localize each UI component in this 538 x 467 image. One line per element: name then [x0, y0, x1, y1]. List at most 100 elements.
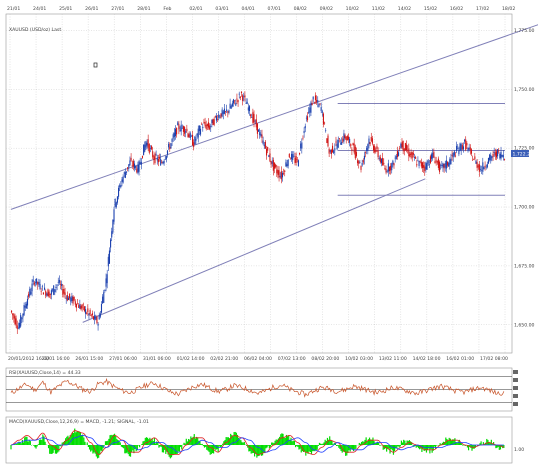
- candle-body: [187, 133, 189, 137]
- candle-body: [262, 140, 264, 144]
- candle-body: [256, 123, 258, 134]
- price-y-tick-label: 1,675.00: [514, 263, 535, 269]
- candle-body: [178, 124, 180, 130]
- candle-body: [242, 95, 244, 101]
- candle-body: [246, 101, 248, 104]
- candle-body: [71, 296, 73, 302]
- candle-body: [144, 144, 146, 152]
- candle-body: [174, 128, 177, 137]
- candle-body: [316, 99, 318, 103]
- top-date-label: 18/02: [502, 6, 515, 12]
- candle-body: [149, 148, 151, 149]
- candle-body: [473, 159, 475, 160]
- candle-body: [173, 132, 175, 138]
- candle-body: [128, 164, 130, 168]
- candle-body: [197, 128, 199, 138]
- trading-chart: XAUUSD (USD/oz) Last 1,775.00 1,750.00 1,7…: [5, 6, 538, 464]
- candle-body: [479, 169, 482, 170]
- candle-body: [454, 155, 457, 157]
- candle-body: [487, 157, 490, 164]
- candle-body: [88, 313, 90, 316]
- candle-body: [135, 166, 137, 168]
- candle-body: [380, 158, 383, 164]
- candle-body: [474, 156, 476, 159]
- candle-body: [190, 135, 192, 137]
- candle-body: [275, 164, 277, 168]
- candle-body: [349, 138, 351, 143]
- candle-body: [385, 168, 387, 173]
- candle-body: [24, 305, 26, 308]
- candle-body: [22, 313, 24, 318]
- candle-body: [155, 154, 157, 156]
- candle-body: [357, 160, 359, 164]
- candle-body: [74, 301, 76, 305]
- candle-body: [66, 295, 68, 301]
- top-date-label: 24/01: [33, 6, 46, 12]
- candle-body: [115, 202, 117, 207]
- candle-body: [148, 143, 150, 153]
- candle-body: [33, 282, 35, 285]
- candle-body: [243, 95, 245, 97]
- candle-body: [106, 274, 108, 284]
- candle-body: [470, 149, 472, 154]
- candle-body: [416, 164, 418, 166]
- candle-body: [15, 318, 17, 326]
- candle-body: [78, 305, 80, 308]
- candle-body: [392, 160, 394, 165]
- candle-body: [360, 165, 362, 170]
- top-date-labels: 21/01 24/01 25/01 26/01 27/01 28/01 Feb 02/01 03…: [7, 6, 515, 12]
- candle-body: [334, 148, 336, 151]
- candle-body: [365, 152, 367, 153]
- candle-body: [502, 154, 504, 158]
- candle-body: [48, 291, 50, 298]
- candle-body: [415, 157, 417, 159]
- candle-body: [28, 293, 30, 297]
- candle-body: [350, 143, 352, 147]
- candle-body: [352, 143, 354, 146]
- candle-body: [459, 143, 461, 151]
- candle-body: [289, 158, 291, 160]
- candle-body: [483, 167, 485, 170]
- candle-body: [318, 104, 320, 108]
- candle-body: [448, 162, 450, 167]
- candle-body: [227, 111, 229, 113]
- candle-body: [127, 167, 129, 169]
- candle-body: [158, 157, 161, 159]
- candle-body: [492, 153, 494, 157]
- candle-body: [103, 292, 105, 303]
- bottom-date-label: 07/02 13:00: [278, 356, 306, 362]
- candle-body: [314, 95, 317, 101]
- candle-body: [79, 304, 81, 309]
- candle-body: [354, 146, 356, 159]
- candle-body: [444, 163, 446, 168]
- candle-body: [240, 91, 243, 94]
- candle-body: [102, 296, 104, 304]
- candle-body: [412, 153, 414, 155]
- candle-body: [358, 161, 360, 164]
- candle-body: [87, 308, 89, 313]
- candle-body: [124, 172, 126, 178]
- top-date-label: 28/01: [137, 6, 150, 12]
- candle-body: [97, 323, 99, 326]
- candle-body: [217, 118, 219, 120]
- bottom-date-label: 08/02 20:00: [311, 356, 339, 362]
- candle-body: [408, 148, 410, 157]
- candle-body: [490, 155, 492, 161]
- candle-body: [288, 153, 290, 158]
- candle-body: [133, 163, 136, 169]
- candle-body: [481, 170, 483, 171]
- candle-body: [238, 93, 240, 95]
- candle-body: [378, 158, 380, 159]
- candle-body: [301, 142, 303, 149]
- candle-body: [432, 152, 434, 159]
- rsi-side-buttons[interactable]: [513, 370, 518, 406]
- candle-body: [140, 161, 142, 165]
- candle-body: [344, 135, 346, 139]
- candle-body: [225, 111, 227, 112]
- candle-body: [46, 293, 48, 296]
- candle-body: [258, 129, 260, 132]
- bottom-date-label: 02/02 21:00: [210, 356, 238, 362]
- candle-body: [433, 151, 435, 158]
- candle-body: [53, 285, 55, 295]
- candle-body: [176, 127, 178, 135]
